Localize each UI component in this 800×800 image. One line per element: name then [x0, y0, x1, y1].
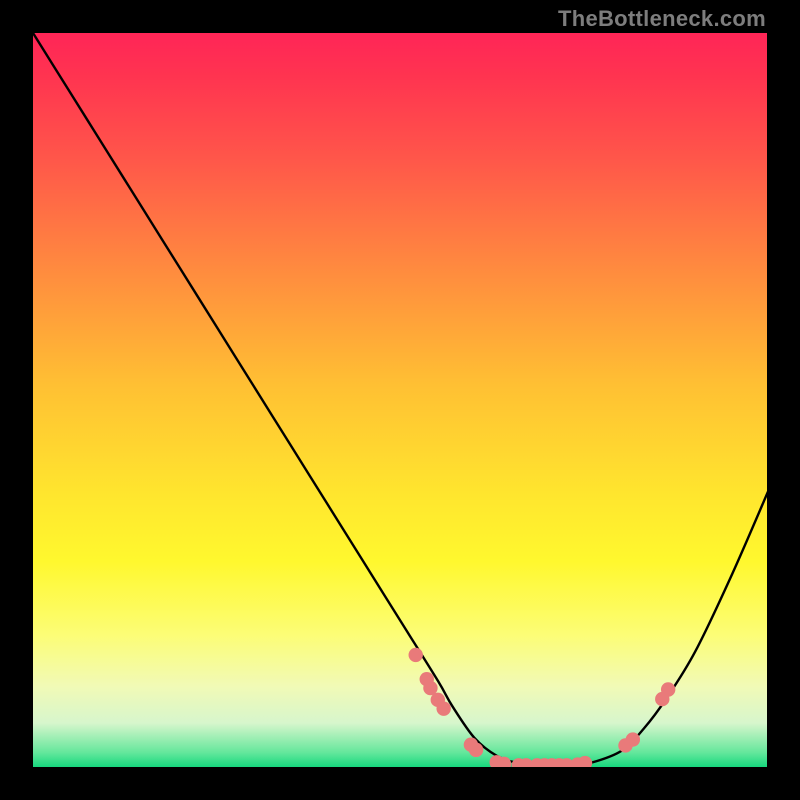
bottleneck-curve	[33, 33, 768, 766]
highlight-dot	[578, 756, 592, 768]
watermark-text: TheBottleneck.com	[558, 6, 766, 32]
chart-overlay	[33, 33, 768, 768]
chart-stage: TheBottleneck.com	[0, 0, 800, 800]
plot-area	[32, 32, 768, 768]
highlight-dot	[436, 701, 450, 715]
highlight-dot	[469, 743, 483, 757]
highlight-dot	[661, 682, 675, 696]
highlight-dot	[409, 648, 423, 662]
highlight-dot	[626, 732, 640, 746]
